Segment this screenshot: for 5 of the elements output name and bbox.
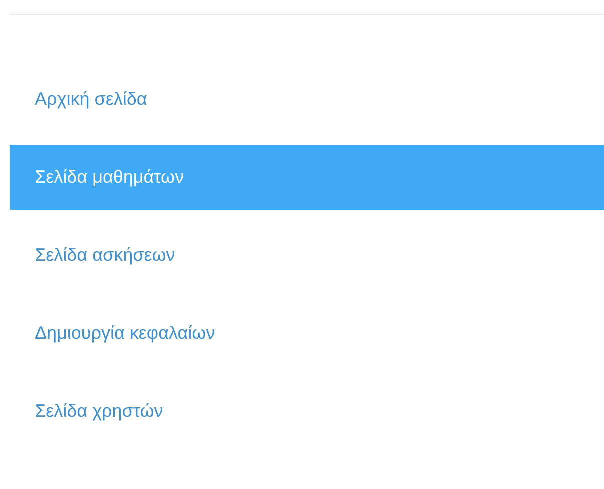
nav-link[interactable]: Σελίδα ασκήσεων [10, 223, 604, 288]
nav-link[interactable]: Σελίδα μαθημάτων [10, 145, 604, 210]
nav-link[interactable]: Σελίδα χρηστών [10, 379, 604, 444]
nav-link[interactable]: Αρχική σελίδα [10, 67, 604, 132]
nav-link[interactable]: Δημιουργία κεφαλαίων [10, 301, 604, 366]
